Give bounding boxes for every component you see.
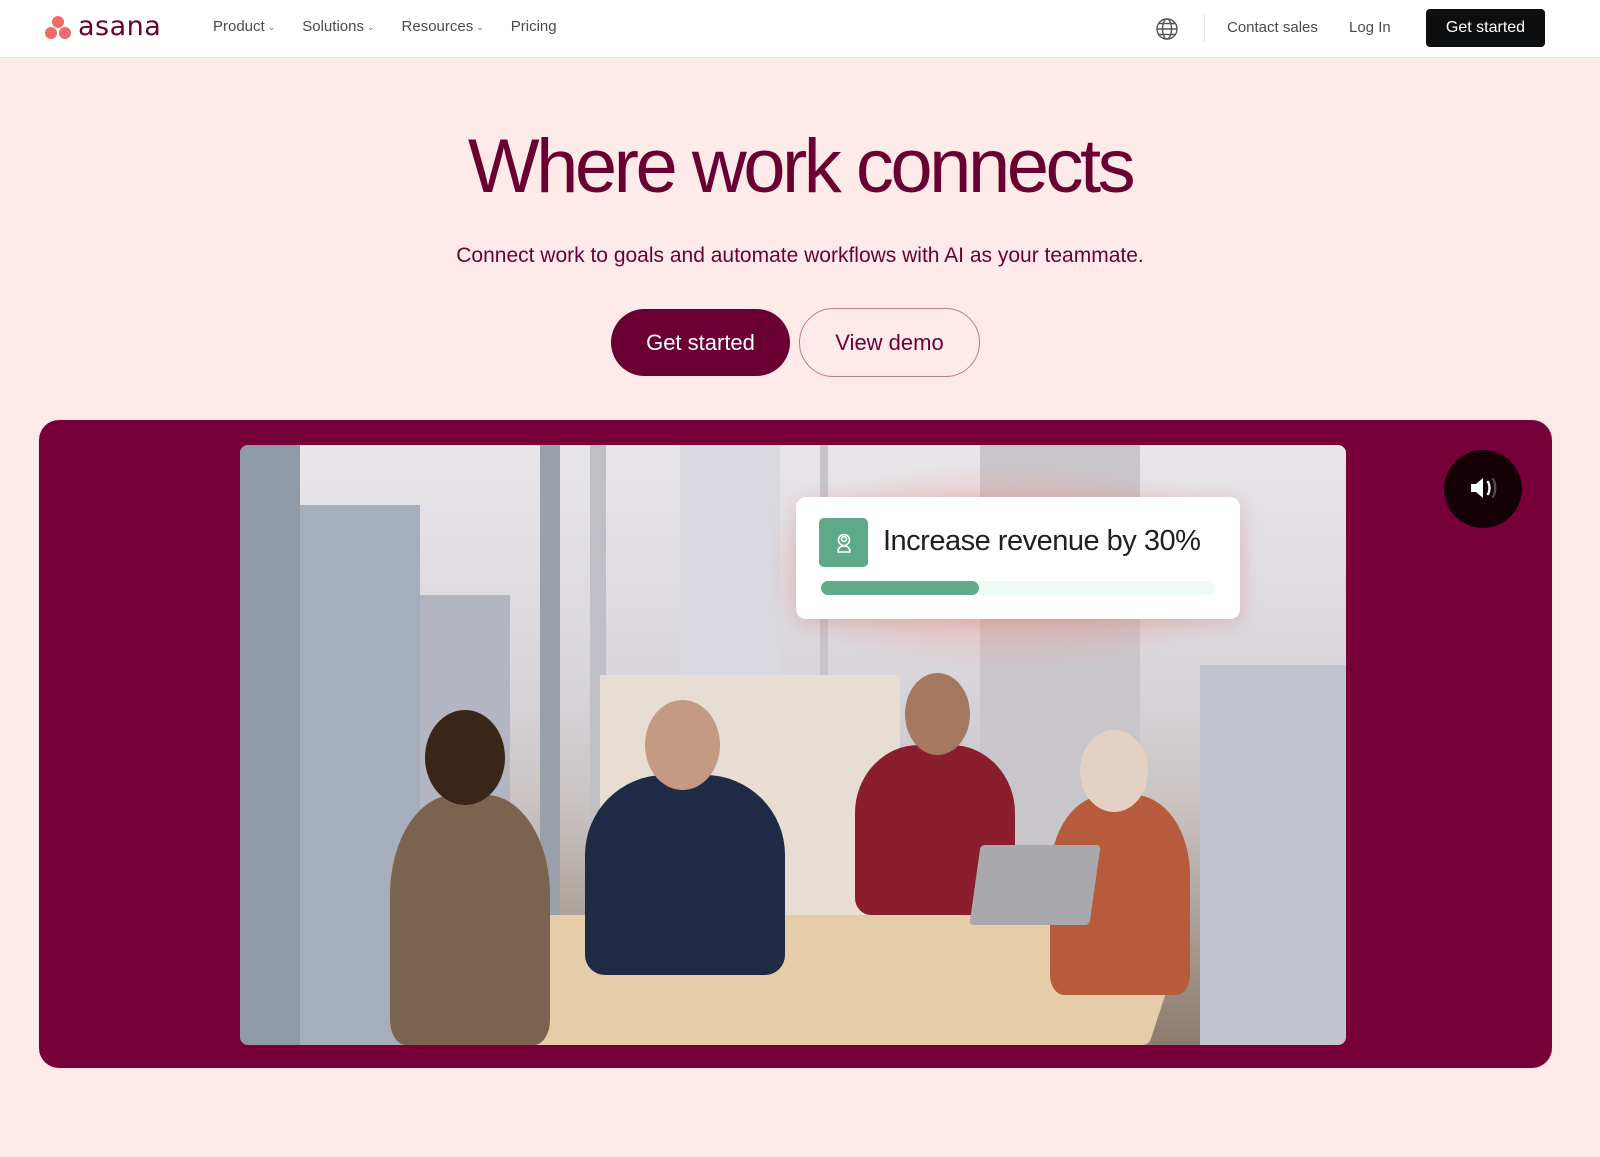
goal-progress-fill: [821, 581, 979, 595]
goal-progress-bar: [821, 581, 1215, 595]
hero-subtitle: Connect work to goals and automate workf…: [456, 244, 1144, 267]
chevron-down-icon: ⌄: [366, 22, 375, 32]
asana-logo[interactable]: asana: [44, 11, 162, 42]
hero-video[interactable]: Increase revenue by 30%: [240, 445, 1346, 1045]
sound-toggle-button[interactable]: [1444, 450, 1522, 528]
asana-logo-icon: [44, 14, 72, 40]
speaker-volume-icon: [1463, 473, 1503, 506]
contact-sales-link[interactable]: Contact sales: [1227, 19, 1318, 36]
nav-resources-label: Resources: [401, 18, 474, 35]
goal-person-icon: [819, 518, 868, 567]
nav-product[interactable]: Product ⌄: [213, 18, 275, 35]
chevron-down-icon: ⌄: [267, 22, 276, 32]
view-demo-button[interactable]: View demo: [799, 308, 980, 377]
top-nav: asana Product ⌄ Solutions ⌄ Resources ⌄ …: [0, 0, 1600, 58]
nav-solutions-label: Solutions: [302, 18, 364, 35]
nav-pricing-label: Pricing: [510, 18, 557, 35]
nav-resources[interactable]: Resources ⌄: [402, 18, 484, 35]
nav-pricing[interactable]: Pricing: [511, 18, 557, 35]
globe-icon[interactable]: [1155, 17, 1179, 41]
goal-card: Increase revenue by 30%: [796, 497, 1240, 619]
nav-divider: [1204, 14, 1205, 42]
hero-video-panel: Increase revenue by 30%: [39, 420, 1552, 1068]
hero-get-started-button[interactable]: Get started: [611, 309, 790, 376]
brand-name: asana: [78, 11, 162, 42]
primary-nav: Product ⌄ Solutions ⌄ Resources ⌄ Pricin…: [213, 18, 557, 35]
chevron-down-icon: ⌄: [476, 22, 484, 32]
nav-get-started-button[interactable]: Get started: [1426, 9, 1545, 47]
nav-solutions[interactable]: Solutions ⌄: [302, 18, 374, 35]
nav-product-label: Product: [213, 18, 265, 35]
log-in-link[interactable]: Log In: [1349, 19, 1391, 36]
goal-title: Increase revenue by 30%: [883, 525, 1201, 557]
hero-title: Where work connects: [467, 124, 1136, 209]
